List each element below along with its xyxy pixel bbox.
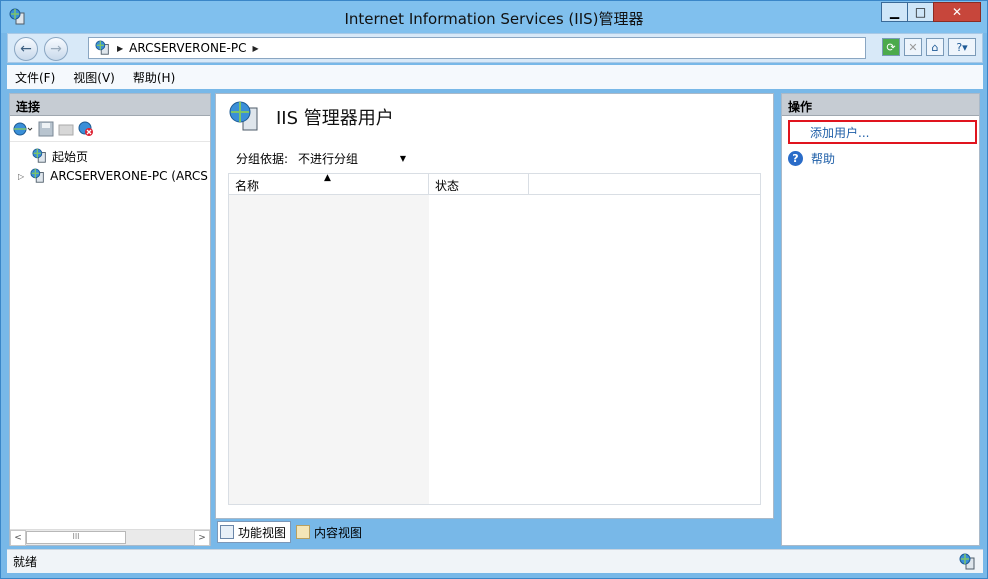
menu-bar: 文件(F) 视图(V) 帮助(H) bbox=[7, 65, 983, 89]
disconnect-icon[interactable] bbox=[78, 121, 94, 137]
actions-panel: 操作 添加用户... ? 帮助 bbox=[781, 93, 980, 546]
tab-label: 功能视图 bbox=[238, 525, 287, 540]
column-header-status[interactable]: 状态 bbox=[429, 174, 529, 195]
forward-arrow-icon: → bbox=[50, 41, 62, 57]
server-status-icon bbox=[959, 553, 975, 570]
status-text: 就绪 bbox=[13, 555, 38, 569]
tree-item-server[interactable]: ▷ ARCSERVERONE-PC (ARCS bbox=[10, 166, 210, 186]
menu-help[interactable]: 帮助(H) bbox=[133, 69, 175, 86]
window-controls: ▁ □ ✕ bbox=[881, 2, 981, 22]
expand-arrow-icon[interactable]: ▷ bbox=[18, 172, 24, 181]
nav-toolbar: ⟳ ✕ ⌂ ?▾ bbox=[882, 38, 976, 56]
navigation-bar: ← → ▶ ARCSERVERONE-PC ▶ ⟳ ✕ ⌂ ?▾ bbox=[7, 33, 983, 63]
scroll-left-icon[interactable]: < bbox=[10, 530, 26, 546]
menu-file[interactable]: 文件(F) bbox=[15, 69, 55, 86]
add-user-label: 添加用户... bbox=[810, 125, 870, 140]
breadcrumb-server[interactable]: ARCSERVERONE-PC bbox=[129, 41, 246, 55]
tab-content-view[interactable]: 内容视图 bbox=[293, 521, 367, 543]
column-header-label: 名称 bbox=[235, 179, 260, 193]
close-button[interactable]: ✕ bbox=[933, 2, 981, 22]
connect-globe-icon[interactable] bbox=[12, 121, 34, 137]
start-page-icon bbox=[32, 148, 46, 163]
tab-label: 内容视图 bbox=[314, 525, 363, 540]
maximize-button[interactable]: □ bbox=[907, 2, 934, 22]
up-folder-icon[interactable] bbox=[58, 121, 74, 137]
back-button[interactable]: ← bbox=[14, 37, 38, 61]
page-title: IIS 管理器用户 bbox=[276, 108, 394, 129]
tree-item-label: 起始页 bbox=[52, 149, 89, 164]
status-bar: 就绪 bbox=[7, 549, 983, 573]
iis-users-icon bbox=[229, 101, 258, 131]
menu-view[interactable]: 视图(V) bbox=[73, 69, 115, 86]
status-column bbox=[429, 195, 760, 504]
app-window: Internet Information Services (IIS)管理器 ▁… bbox=[0, 0, 988, 579]
breadcrumb-separator-icon[interactable]: ▶ bbox=[252, 44, 258, 53]
connections-panel: 连接 起始页 ▷ ARCSERVERONE-PC (ARCS < III > bbox=[9, 93, 211, 546]
groupby-bar: 分组依据: 不进行分组 ▼ bbox=[216, 148, 773, 168]
connections-tree: 起始页 ▷ ARCSERVERONE-PC (ARCS bbox=[10, 142, 210, 186]
help-link[interactable]: ? 帮助 bbox=[782, 146, 979, 170]
forward-button[interactable]: → bbox=[44, 37, 68, 61]
help-label: 帮助 bbox=[811, 151, 836, 166]
tree-item-start-page[interactable]: 起始页 bbox=[10, 146, 210, 166]
breadcrumb-separator-icon[interactable]: ▶ bbox=[117, 44, 123, 53]
page-header: IIS 管理器用户 bbox=[216, 94, 773, 140]
content-view-icon bbox=[296, 525, 311, 539]
tree-item-label: ARCSERVERONE-PC (ARCS bbox=[50, 169, 208, 183]
groupby-select[interactable]: 不进行分组 ▼ bbox=[294, 149, 410, 167]
features-panel: IIS 管理器用户 分组依据: 不进行分组 ▼ 名称 ▲ 状态 bbox=[215, 93, 774, 519]
grid-header: 名称 ▲ 状态 bbox=[229, 173, 760, 195]
home-icon[interactable]: ⌂ bbox=[926, 38, 944, 56]
column-header-label: 状态 bbox=[435, 179, 460, 193]
scrollbar-thumb[interactable]: III bbox=[26, 531, 126, 544]
back-arrow-icon: ← bbox=[20, 41, 32, 57]
tab-features-view[interactable]: 功能视图 bbox=[217, 521, 292, 543]
window-title: Internet Information Services (IIS)管理器 bbox=[344, 10, 644, 28]
help-icon: ? bbox=[788, 150, 803, 166]
name-column bbox=[229, 195, 429, 504]
chevron-down-icon: ▼ bbox=[399, 153, 407, 163]
sort-ascending-icon: ▲ bbox=[324, 173, 331, 183]
scroll-right-icon[interactable]: > bbox=[194, 530, 210, 546]
features-view-icon bbox=[220, 525, 234, 539]
add-user-link[interactable]: 添加用户... bbox=[788, 120, 977, 144]
view-tabs: 功能视图 内容视图 bbox=[217, 521, 367, 543]
title-bar: Internet Information Services (IIS)管理器 ▁… bbox=[1, 1, 987, 33]
groupby-label: 分组依据: bbox=[236, 151, 289, 166]
minimize-button[interactable]: ▁ bbox=[881, 2, 908, 22]
server-icon bbox=[30, 168, 44, 183]
stop-icon[interactable]: ✕ bbox=[904, 38, 922, 56]
save-icon[interactable] bbox=[38, 121, 54, 137]
column-header-name[interactable]: 名称 ▲ bbox=[229, 173, 429, 195]
server-icon bbox=[95, 40, 109, 55]
groupby-value: 不进行分组 bbox=[298, 151, 359, 166]
connections-header: 连接 bbox=[10, 94, 210, 116]
horizontal-scrollbar[interactable]: < III > bbox=[10, 529, 210, 546]
refresh-icon[interactable]: ⟳ bbox=[882, 38, 900, 56]
address-bar[interactable]: ▶ ARCSERVERONE-PC ▶ bbox=[88, 37, 866, 59]
help-dropdown-icon[interactable]: ?▾ bbox=[948, 38, 976, 56]
scrollbar-track[interactable] bbox=[126, 530, 194, 545]
connections-toolbar bbox=[10, 116, 210, 142]
users-grid: 名称 ▲ 状态 bbox=[228, 173, 761, 505]
actions-header: 操作 bbox=[782, 94, 979, 116]
grid-body[interactable] bbox=[229, 195, 760, 504]
